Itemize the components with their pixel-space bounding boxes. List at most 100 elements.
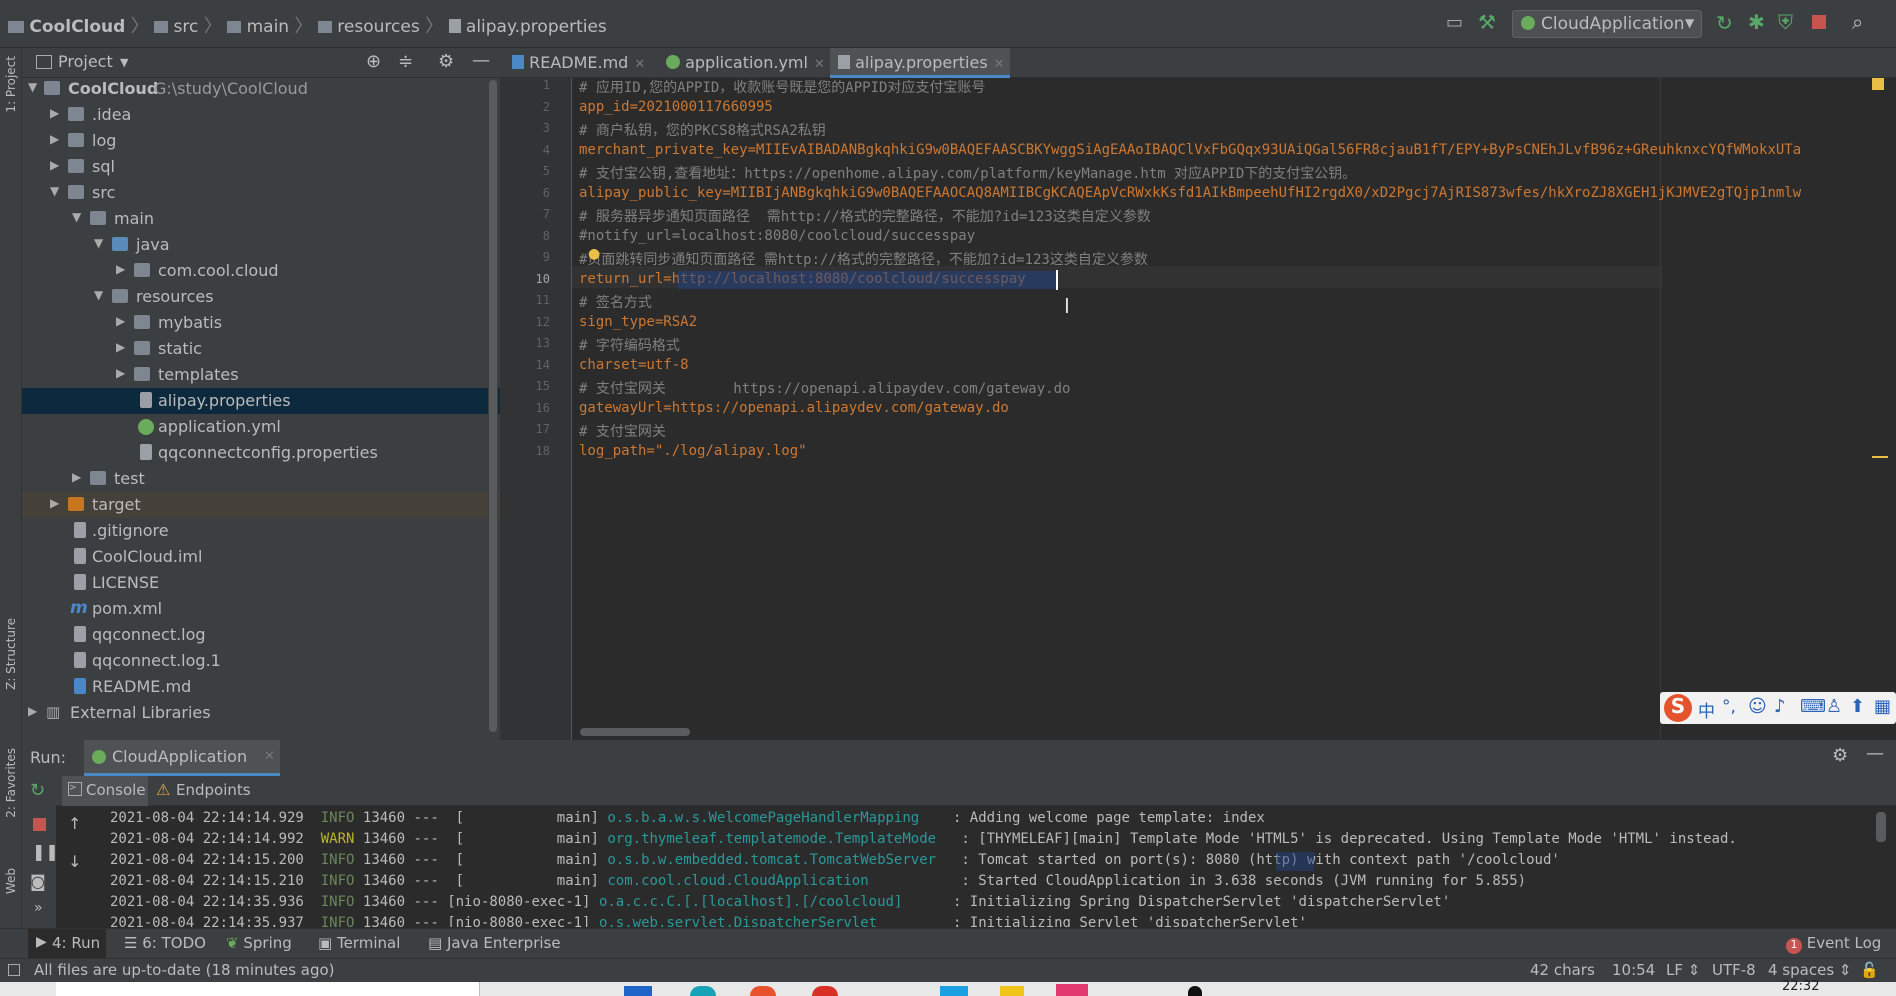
code-line[interactable]: charset=utf-8	[579, 357, 689, 373]
tree-item[interactable]: .gitignore	[22, 518, 500, 544]
code-line[interactable]: gatewayUrl=https://openapi.alipaydev.com…	[579, 400, 1009, 416]
tree-item[interactable]: ▼ main	[22, 206, 500, 232]
layout-icon[interactable]: ▭	[1446, 12, 1463, 33]
code-line[interactable]: # 服务器异步通知页面路径 需http://格式的完整路径，不能加?id=123…	[579, 206, 1151, 226]
code-line[interactable]: alipay_public_key=MIIBIjANBgkqhkiG9w0BAQ…	[579, 185, 1889, 201]
breadcrumb-item[interactable]: main	[247, 17, 289, 37]
taskbar-app-icon[interactable]	[624, 986, 652, 996]
tree-item-root[interactable]: ▼ CoolCloud G:\study\CoolCloud	[22, 76, 500, 102]
console-tab[interactable]: > Console	[62, 776, 148, 806]
event-log-button[interactable]: 1 Event Log	[1786, 934, 1881, 954]
taskbar-app-icon[interactable]	[1000, 986, 1024, 996]
chevron-down-icon[interactable]: ▼	[120, 56, 128, 69]
coverage-icon[interactable]: ⛨	[1778, 10, 1793, 34]
code-line[interactable]: # 商户私钥，您的PKCS8格式RSA2私钥	[579, 120, 826, 140]
code-line[interactable]: # 支付宝网关 https://openapi.alipaydev.com/ga…	[579, 378, 1070, 398]
taskbar-app-icon[interactable]	[750, 986, 776, 996]
close-icon[interactable]: ✕	[994, 57, 1005, 72]
pause-icon[interactable]: ❚❚	[32, 842, 59, 861]
code-line[interactable]: app_id=2021000117660995	[579, 99, 773, 115]
skin-icon[interactable]: ⬆	[1850, 696, 1865, 717]
console-scrollbar-thumb[interactable]	[1876, 812, 1886, 842]
close-icon[interactable]: ✕	[814, 57, 825, 72]
tree-item[interactable]: ▶ .idea	[22, 102, 500, 128]
search-icon[interactable]: ⌕	[1852, 10, 1863, 34]
project-panel-title[interactable]: Project	[58, 52, 113, 71]
tree-item[interactable]: qqconnect.log.1	[22, 648, 500, 674]
tree-item[interactable]: README.md	[22, 674, 500, 700]
collapsed-arrow-icon[interactable]: ▶	[50, 496, 59, 510]
tree-item[interactable]: ▶ sql	[22, 154, 500, 180]
emoji-icon[interactable]: ☺	[1748, 696, 1767, 717]
todo-tool-button[interactable]: ☰ 6: TODO	[124, 934, 206, 952]
clock[interactable]: 22:32	[1782, 979, 1819, 994]
taskbar-search-box[interactable]	[56, 982, 480, 996]
code-line[interactable]: #notify_url=localhost:8080/coolcloud/suc…	[579, 228, 975, 244]
collapsed-arrow-icon[interactable]: ▶	[72, 470, 81, 484]
taskbar-app-icon[interactable]	[1188, 986, 1202, 996]
collapsed-arrow-icon[interactable]: ▶	[116, 262, 125, 276]
tree-item[interactable]: ▶ target	[22, 492, 500, 518]
taskbar-app-icon[interactable]	[690, 986, 716, 996]
code-line[interactable]: # 应用ID,您的APPID，收款账号既是您的APPID对应支付宝账号	[579, 77, 985, 97]
toolbox-icon[interactable]: ▦	[1874, 696, 1891, 717]
user-icon[interactable]: ♙	[1826, 696, 1842, 717]
collapsed-arrow-icon[interactable]: ▶	[50, 106, 59, 120]
stop-icon[interactable]	[1812, 15, 1826, 29]
stop-icon[interactable]	[33, 818, 46, 831]
collapsed-arrow-icon[interactable]: ▶	[50, 158, 59, 172]
expanded-arrow-icon[interactable]: ▼	[72, 210, 81, 224]
breadcrumb-item[interactable]: CoolCloud	[29, 17, 125, 37]
scroll-up-icon[interactable]: ↑	[68, 814, 81, 833]
java-enterprise-tool-button[interactable]: ▤ Java Enterprise	[428, 934, 561, 952]
collapsed-arrow-icon[interactable]: ▶	[116, 366, 125, 380]
code-line[interactable]: #页面跳转同步通知页面路径 需http://格式的完整路径，不能加?id=123…	[579, 249, 1148, 269]
tree-item[interactable]: application.yml	[22, 414, 500, 440]
minimize-icon[interactable]: —	[1866, 743, 1884, 764]
collapsed-arrow-icon[interactable]: ▶	[28, 704, 37, 718]
breadcrumb-item[interactable]: src	[174, 17, 199, 37]
horizontal-scrollbar-thumb[interactable]	[580, 728, 690, 736]
code-line[interactable]: # 签名方式	[579, 292, 652, 312]
scrollbar-thumb[interactable]	[489, 80, 497, 732]
tree-item[interactable]: ▶ test	[22, 466, 500, 492]
tree-item[interactable]: ▶ mybatis	[22, 310, 500, 336]
code-line[interactable]: # 支付宝公钥,查看地址：https://openhome.alipay.com…	[579, 163, 1356, 183]
camera-icon[interactable]: ◙	[30, 872, 46, 891]
run-tab-cloudapplication[interactable]: CloudApplication ✕	[84, 740, 280, 776]
tree-item[interactable]: LICENSE	[22, 570, 500, 596]
gear-icon[interactable]: ⚙	[1832, 745, 1848, 766]
indent-setting[interactable]: 4 spaces ⇕	[1768, 961, 1851, 979]
collapsed-arrow-icon[interactable]: ▶	[116, 340, 125, 354]
file-encoding[interactable]: UTF-8	[1712, 961, 1756, 979]
endpoints-tab[interactable]: ⚠ Endpoints	[152, 776, 262, 806]
status-icon[interactable]	[8, 964, 20, 976]
taskbar-app-icon[interactable]	[1056, 984, 1088, 996]
punctuation-icon[interactable]: °,	[1722, 697, 1736, 717]
code-line[interactable]: sign_type=RSA2	[579, 314, 697, 330]
keyboard-icon[interactable]: ⌨	[1800, 696, 1826, 717]
more-icon[interactable]: »	[34, 900, 43, 916]
close-icon[interactable]: ✕	[264, 749, 275, 764]
tab-application-yml[interactable]: application.yml ✕	[662, 48, 830, 78]
run-tool-button[interactable]: ▶ 4: Run	[28, 929, 106, 959]
tree-item[interactable]: ▶ ▥ External Libraries	[22, 700, 500, 726]
expanded-arrow-icon[interactable]: ▼	[50, 184, 59, 198]
code-line[interactable]: # 字符编码格式	[579, 335, 680, 355]
debug-icon[interactable]: ✱	[1748, 10, 1765, 34]
ime-lang-toggle[interactable]: 中	[1698, 697, 1715, 722]
tree-item[interactable]: ▼ src	[22, 180, 500, 206]
caret-position[interactable]: 10:54	[1612, 961, 1655, 979]
project-tool-button[interactable]: 1: Project	[4, 56, 18, 113]
inspection-status-icon[interactable]	[1872, 78, 1884, 90]
lock-icon[interactable]: 🔓	[1860, 961, 1879, 979]
expanded-arrow-icon[interactable]: ▼	[94, 288, 103, 302]
rerun-icon[interactable]: ↻	[1716, 11, 1733, 35]
code-line[interactable]: log_path="./log/alipay.log"	[579, 443, 807, 459]
expanded-arrow-icon[interactable]: ▼	[28, 80, 37, 94]
tree-item-selected[interactable]: alipay.properties	[22, 388, 500, 414]
tree-item[interactable]: CoolCloud.iml	[22, 544, 500, 570]
tree-item[interactable]: qqconnectconfig.properties	[22, 440, 500, 466]
project-scrollbar[interactable]	[488, 80, 498, 738]
tree-item[interactable]: ▶ static	[22, 336, 500, 362]
